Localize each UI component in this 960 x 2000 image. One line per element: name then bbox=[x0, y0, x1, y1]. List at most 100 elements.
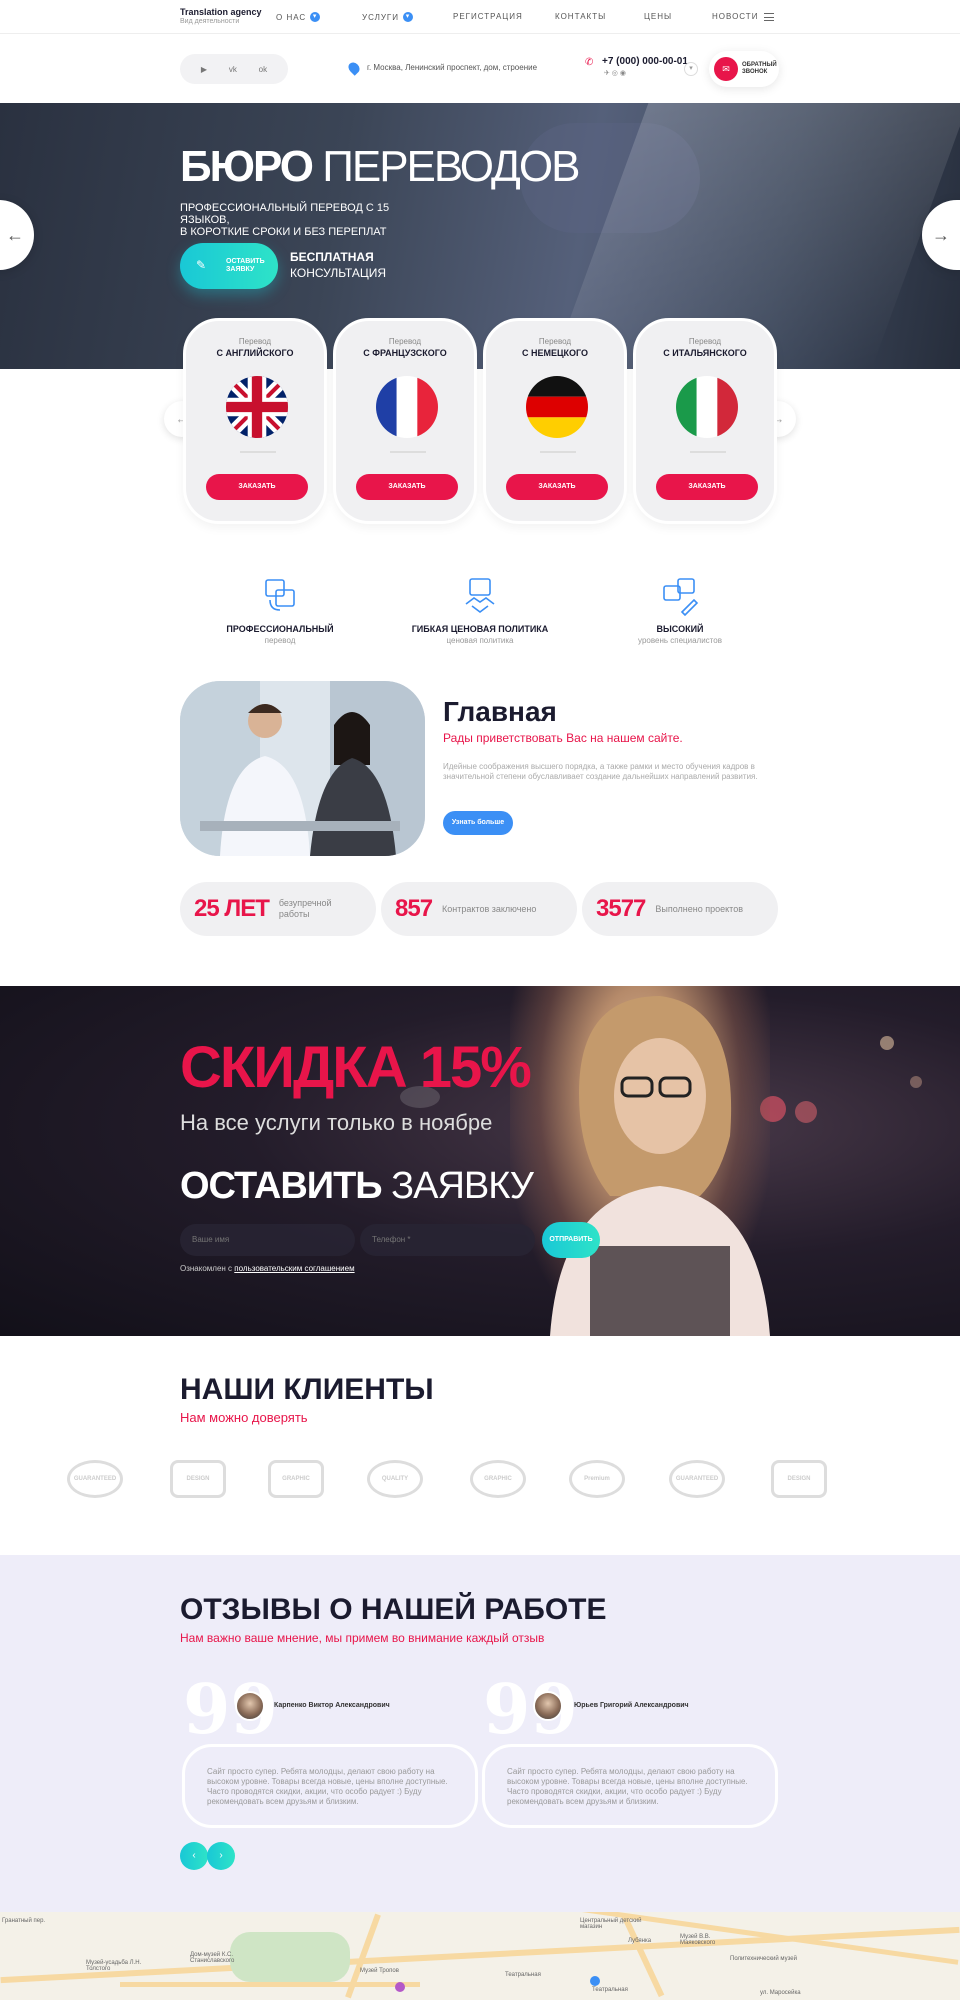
messenger-icons[interactable]: ✈ ◎ ◉ bbox=[604, 69, 626, 77]
feature-title: ПРОФЕССИОНАЛЬНЫЙ bbox=[226, 624, 334, 634]
divider bbox=[540, 451, 576, 453]
map-label: Гранатный пер. bbox=[2, 1918, 46, 1924]
map-label: Театральная bbox=[505, 1972, 541, 1978]
clients-title: НАШИ КЛИЕНТЫ bbox=[180, 1373, 434, 1406]
client-logo-graphic-design: DESIGN bbox=[771, 1460, 827, 1498]
youtube-icon[interactable]: ▶ bbox=[201, 65, 207, 74]
map-label: Музей Тропов bbox=[360, 1968, 399, 1974]
agreement-link[interactable]: пользовательским соглашением bbox=[234, 1264, 354, 1273]
phone-input[interactable] bbox=[360, 1224, 535, 1256]
consult-line: БЕСПЛАТНАЯ bbox=[290, 250, 374, 264]
nav-label: РЕГИСТРАЦИЯ bbox=[453, 12, 523, 21]
hero-title: БЮРО ПЕРЕВОДОВ bbox=[180, 142, 580, 192]
order-button[interactable]: ЗАКАЗАТЬ bbox=[506, 474, 608, 500]
stat-projects: 3577 Выполнено проектов bbox=[582, 882, 778, 936]
agreement: Ознакомлен с пользовательским соглашение… bbox=[180, 1264, 355, 1273]
chevron-down-icon[interactable]: ▾ bbox=[684, 62, 698, 76]
consult-line: КОНСУЛЬТАЦИЯ bbox=[290, 266, 386, 280]
order-button[interactable]: ЗАКАЗАТЬ bbox=[356, 474, 458, 500]
review-card: Сайт просто супер. Ребята молодцы, делаю… bbox=[182, 1744, 478, 1828]
lang-card-english: Перевод С АНГЛИЙСКОГО ЗАКАЗАТЬ bbox=[183, 318, 327, 524]
nav-label: ЦЕНЫ bbox=[644, 12, 673, 21]
phone-number[interactable]: +7 (000) 000-00-01 bbox=[602, 56, 688, 67]
leave-request-label: ОСТАВИТЬ ЗАЯВКУ bbox=[226, 258, 265, 274]
map[interactable]: Гранатный пер. Музей-усадьба Л.Н. Толсто… bbox=[0, 1912, 960, 2000]
vk-icon[interactable]: vk bbox=[229, 65, 237, 74]
review-author: Карпенко Виктор Александрович bbox=[274, 1702, 390, 1709]
promo-form-title: ОСТАВИТЬ ЗАЯВКУ bbox=[180, 1165, 534, 1208]
lang-label: С ИТАЛЬЯНСКОГО bbox=[663, 348, 747, 358]
reviews-title: ОТЗЫВЫ О НАШЕЙ РАБОТЕ bbox=[180, 1593, 607, 1626]
nav-item-contacts[interactable]: КОНТАКТЫ bbox=[555, 12, 606, 21]
nav-item-registration[interactable]: РЕГИСТРАЦИЯ bbox=[453, 12, 523, 21]
callback-button[interactable]: ✉ ОБРАТНЫЙ ЗВОНОК bbox=[709, 51, 779, 87]
reviews-prev-arrow-icon[interactable]: ‹ bbox=[180, 1842, 208, 1870]
handshake-translate-icon bbox=[460, 576, 500, 616]
order-button[interactable]: ЗАКАЗАТЬ bbox=[206, 474, 308, 500]
lang-pre: Перевод bbox=[688, 337, 722, 346]
map-label: Лубянка bbox=[628, 1938, 652, 1944]
lang-card-german: Перевод С НЕМЕЦКОГО ЗАКАЗАТЬ bbox=[483, 318, 627, 524]
lang-pre: Перевод bbox=[388, 337, 422, 346]
map-road bbox=[0, 1926, 960, 1984]
reviews-next-arrow-icon[interactable]: › bbox=[207, 1842, 235, 1870]
pencil-icon: ✎ bbox=[196, 258, 207, 272]
stat-label: безупречной работы bbox=[279, 898, 332, 920]
client-logo-best-quality: QUALITY bbox=[367, 1460, 423, 1498]
social-links: ▶ vk ok bbox=[180, 54, 288, 84]
feature-professional: ПРОФЕССИОНАЛЬНЫЙ перевод bbox=[180, 576, 380, 645]
leave-request-button[interactable]: ✎ ОСТАВИТЬ ЗАЯВКУ bbox=[180, 243, 278, 289]
stat-years: 25 ЛЕТ безупречной работы bbox=[180, 882, 376, 936]
chevron-down-icon: ▾ bbox=[403, 12, 414, 22]
form-title-thin: ЗАЯВКУ bbox=[391, 1165, 534, 1207]
nav-item-about[interactable]: О НАС ▾ bbox=[276, 12, 321, 22]
nav-item-news[interactable]: НОВОСТИ bbox=[712, 12, 758, 21]
client-logo-graphic-round: GRAPHIC bbox=[470, 1460, 526, 1498]
divider bbox=[390, 451, 426, 453]
nav-label: НОВОСТИ bbox=[712, 12, 759, 21]
metro-icon bbox=[395, 1982, 405, 1992]
feature-sub: перевод bbox=[264, 636, 296, 645]
brand-subtitle: Вид деятельности bbox=[180, 18, 240, 25]
metro-icon bbox=[590, 1976, 600, 1986]
name-input[interactable] bbox=[180, 1224, 355, 1256]
feature-sub: уровень специалистов bbox=[638, 636, 722, 645]
review-author: Юрьев Григорий Александрович bbox=[574, 1702, 689, 1709]
nav-item-services[interactable]: УСЛУГИ ▾ bbox=[362, 12, 414, 22]
agreement-prefix: Ознакомлен с bbox=[180, 1264, 233, 1273]
nav-item-prices[interactable]: ЦЕНЫ bbox=[644, 12, 672, 21]
hero-subtitle-line: ПРОФЕССИОНАЛЬНЫЙ ПЕРЕВОД С 15 ЯЗЫКОВ, bbox=[180, 202, 390, 226]
lang-label: С ФРАНЦУЗСКОГО bbox=[363, 348, 447, 358]
lang-pre: Перевод bbox=[238, 337, 272, 346]
brand[interactable]: Translation agency Вид деятельности bbox=[180, 7, 262, 25]
client-logo-design: DESIGN bbox=[170, 1460, 226, 1498]
form-title-bold: ОСТАВИТЬ bbox=[180, 1165, 383, 1207]
send-button[interactable]: ОТПРАВИТЬ bbox=[542, 1222, 600, 1258]
feature-high-level: ВЫСОКИЙ уровень специалистов bbox=[580, 576, 780, 645]
bokeh-light bbox=[795, 1101, 817, 1123]
map-label: ул. Маросейка bbox=[760, 1990, 801, 1996]
learn-more-button[interactable]: Узнать больше bbox=[443, 811, 513, 835]
hero-title-thin: ПЕРЕВОДОВ bbox=[322, 142, 580, 191]
brand-title: Translation agency bbox=[180, 7, 262, 17]
hero-subtitle-line: В КОРОТКИЕ СРОКИ И БЕЗ ПЕРЕПЛАТ bbox=[180, 226, 387, 238]
envelope-icon: ✉ bbox=[714, 57, 738, 81]
menu-icon[interactable] bbox=[764, 13, 774, 21]
order-button[interactable]: ЗАКАЗАТЬ bbox=[656, 474, 758, 500]
odnoklassniki-icon[interactable]: ok bbox=[259, 65, 267, 74]
quote-icon: 99 bbox=[483, 1670, 578, 1750]
reviews-subtitle: Нам важно ваше мнение, мы примем во вним… bbox=[180, 1631, 545, 1645]
stat-number: 857 bbox=[395, 895, 433, 922]
phone-icon: ✆ bbox=[585, 57, 594, 68]
feature-title: ГИБКАЯ ЦЕНОВАЯ ПОЛИТИКА bbox=[411, 624, 549, 634]
divider bbox=[240, 451, 276, 453]
clients-subtitle: Нам можно доверять bbox=[180, 1410, 308, 1425]
avatar bbox=[533, 1691, 563, 1721]
map-label: Музей-усадьба Л.Н. Толстого bbox=[86, 1960, 142, 1972]
stat-label: Контрактов заключено bbox=[442, 903, 537, 914]
hero-subtitle: ПРОФЕССИОНАЛЬНЫЙ ПЕРЕВОД С 15 ЯЗЫКОВ, В … bbox=[180, 202, 440, 238]
france-flag-icon bbox=[376, 376, 438, 438]
feature-title: ВЫСОКИЙ bbox=[656, 624, 704, 634]
address: г. Москва, Ленинский проспект, дом, стро… bbox=[367, 63, 538, 72]
uk-flag-icon bbox=[226, 376, 288, 438]
